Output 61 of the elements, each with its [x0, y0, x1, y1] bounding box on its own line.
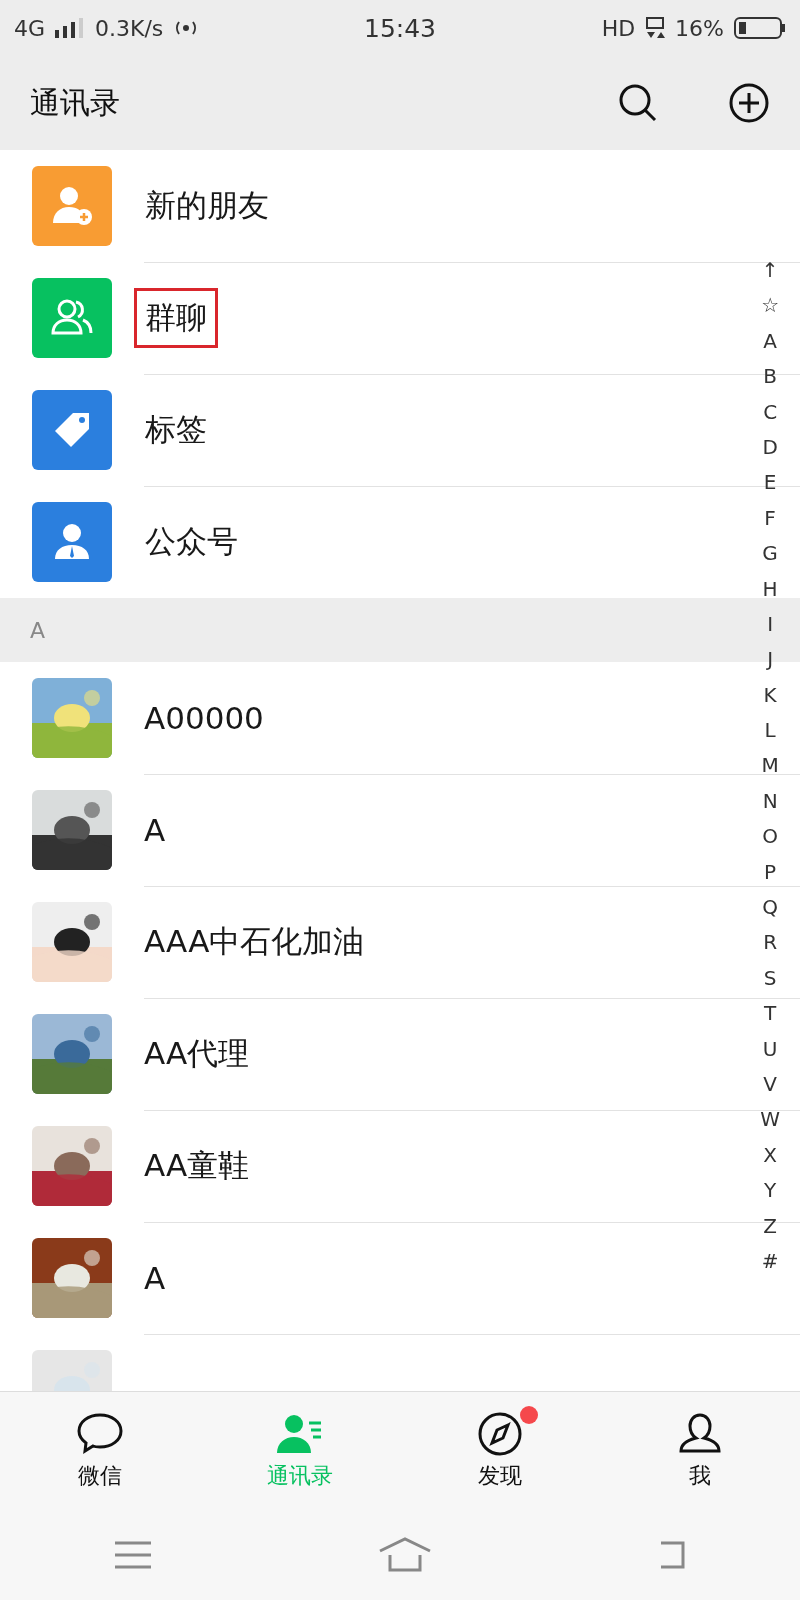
search-icon[interactable]: [618, 83, 658, 123]
function-item[interactable]: 公众号: [134, 512, 249, 572]
index-letter[interactable]: G: [762, 536, 778, 572]
data-arrows-icon: [645, 16, 666, 40]
index-letter[interactable]: K: [763, 677, 777, 714]
function-item[interactable]: 群聊: [134, 287, 218, 348]
index-letter[interactable]: A: [763, 323, 777, 360]
contact-name[interactable]: AA童鞋: [144, 1144, 250, 1187]
index-letter[interactable]: #: [761, 1243, 779, 1280]
index-letter[interactable]: T: [764, 996, 777, 1032]
menu-icon[interactable]: [112, 1539, 153, 1571]
tab[interactable]: 发现: [400, 1392, 600, 1510]
contact-name[interactable]: AAA中石化加油: [144, 920, 365, 963]
network-type: 4G: [14, 15, 46, 41]
function-item[interactable]: 标签: [134, 399, 218, 460]
index-letter[interactable]: P: [764, 854, 777, 891]
index-letter[interactable]: ↑: [761, 253, 779, 289]
hd-indicator: HD: [601, 15, 636, 41]
index-letter[interactable]: Z: [763, 1208, 777, 1244]
home-icon[interactable]: [378, 1537, 432, 1573]
index-letter[interactable]: S: [763, 960, 777, 997]
function-item[interactable]: 新的朋友: [134, 175, 280, 236]
function-icon-tile[interactable]: [32, 502, 112, 582]
index-letter[interactable]: M: [761, 748, 779, 784]
index-letter[interactable]: Y: [764, 1173, 777, 1209]
tab[interactable]: 我: [600, 1392, 800, 1510]
index-letter[interactable]: W: [760, 1102, 780, 1138]
chat-bubble-icon: [75, 1411, 125, 1457]
index-letter[interactable]: I: [767, 606, 774, 643]
page-title: 通讯录: [30, 83, 121, 122]
function-icon-tile[interactable]: [32, 390, 112, 470]
battery-level: 16%: [675, 15, 724, 41]
index-letter[interactable]: U: [762, 1031, 778, 1067]
index-letter[interactable]: F: [764, 500, 776, 537]
section-letter: A: [30, 617, 46, 643]
index-letter[interactable]: V: [763, 1067, 777, 1103]
network-speed: 0.3K/s: [95, 15, 164, 41]
index-letter[interactable]: J: [767, 642, 774, 678]
contact-name[interactable]: AA代理: [144, 1032, 250, 1075]
index-letter[interactable]: B: [763, 359, 777, 395]
index-letter[interactable]: C: [763, 394, 778, 430]
add-icon[interactable]: [728, 82, 770, 124]
function-icon-tile[interactable]: [32, 166, 112, 246]
index-letter[interactable]: R: [763, 925, 778, 961]
contact-name[interactable]: A: [144, 1259, 166, 1296]
index-letter[interactable]: L: [764, 713, 776, 749]
signal-icon: [55, 18, 86, 38]
contact-name[interactable]: A: [144, 811, 166, 848]
index-letter[interactable]: O: [762, 819, 778, 855]
index-letter[interactable]: X: [763, 1137, 777, 1174]
index-letter[interactable]: E: [763, 465, 777, 501]
function-icon-tile[interactable]: [32, 278, 112, 358]
index-letter[interactable]: ☆: [761, 288, 780, 324]
index-letter[interactable]: D: [762, 429, 778, 466]
clock: 15:43: [364, 13, 437, 43]
index-letter[interactable]: H: [762, 571, 778, 607]
contact-name[interactable]: A00000: [144, 699, 264, 736]
index-letter[interactable]: N: [762, 783, 778, 820]
battery-icon: [734, 16, 786, 40]
tab[interactable]: 微信: [0, 1392, 200, 1510]
index-letter[interactable]: Q: [762, 890, 778, 926]
